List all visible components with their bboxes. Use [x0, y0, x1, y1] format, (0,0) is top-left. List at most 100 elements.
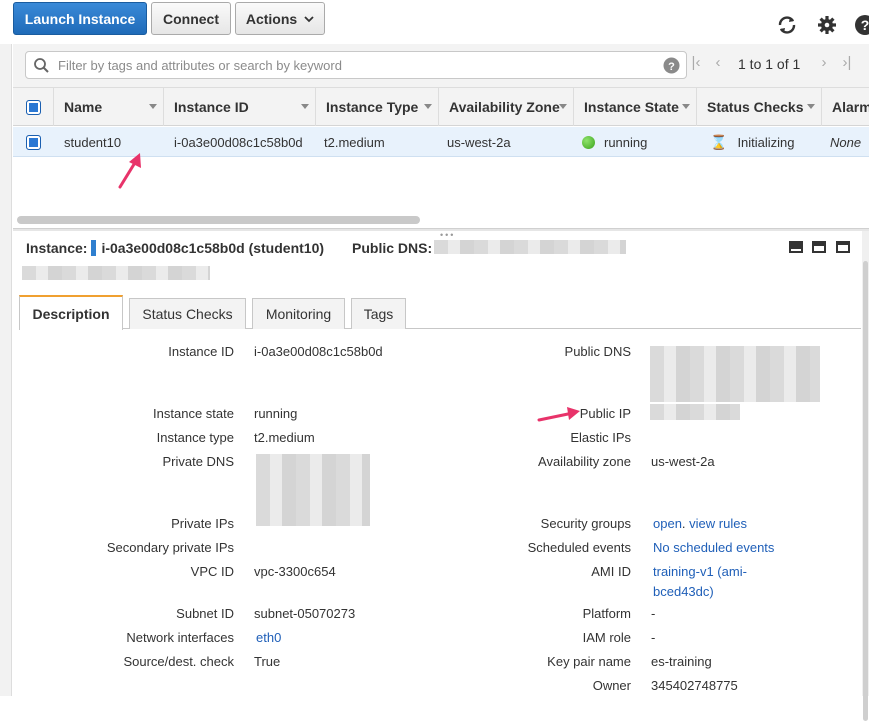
label-private-ips: Private IPs: [171, 516, 234, 531]
link-view-rules[interactable]: view rules: [689, 516, 747, 531]
redacted-private-dns: [256, 454, 370, 526]
select-all-checkbox[interactable]: [13, 88, 53, 126]
cell-instance-type: t2.medium: [324, 134, 385, 150]
toolbar: Launch Instance Connect Actions ?: [0, 0, 869, 44]
label-subnet-id: Subnet ID: [176, 606, 234, 621]
tab-monitoring[interactable]: Monitoring: [252, 298, 345, 329]
svg-text:?: ?: [668, 61, 675, 73]
redacted-public-ip: [650, 404, 740, 420]
connect-button[interactable]: Connect: [151, 2, 231, 35]
annotation-arrow-icon: [118, 153, 141, 189]
label-ami-id: AMI ID: [591, 564, 631, 579]
link-ami-id-continued[interactable]: bced43dc): [653, 584, 714, 599]
actions-button[interactable]: Actions: [235, 2, 325, 35]
column-header-alarm[interactable]: Alarm: [821, 88, 869, 126]
svg-text:?: ?: [861, 17, 869, 33]
label-availability-zone: Availability zone: [538, 454, 631, 469]
column-header-instance-type[interactable]: Instance Type: [315, 88, 438, 126]
label-elastic-ips: Elastic IPs: [570, 430, 631, 445]
prev-page-icon[interactable]: ‹: [710, 54, 726, 74]
value-vpc-id: vpc-3300c654: [254, 564, 336, 579]
column-header-instance-id[interactable]: Instance ID: [163, 88, 315, 126]
hourglass-icon: ⌛: [710, 133, 728, 150]
first-page-icon[interactable]: |‹: [688, 54, 704, 74]
value-instance-state: running: [254, 406, 298, 421]
column-header-instance-state[interactable]: Instance State: [573, 88, 696, 126]
next-page-icon[interactable]: ›: [816, 54, 832, 74]
refresh-icon[interactable]: [776, 14, 798, 36]
tab-tags[interactable]: Tags: [351, 298, 406, 329]
redacted-public-dns: [434, 240, 626, 254]
gear-icon[interactable]: [816, 14, 838, 36]
cell-availability-zone: us-west-2a: [447, 134, 511, 150]
column-header-name[interactable]: Name: [53, 88, 163, 126]
vertical-scrollbar[interactable]: [862, 231, 869, 721]
launch-instance-button[interactable]: Launch Instance: [13, 2, 147, 35]
public-dns-label: Public DNS:: [352, 240, 433, 256]
split-view-middle-icon[interactable]: [812, 241, 826, 253]
label-security-groups: Security groups: [540, 516, 631, 531]
table-header: Name Instance ID Instance Type Availabil…: [13, 88, 869, 126]
cell-alarm: None: [830, 134, 862, 150]
search-icon: [34, 58, 49, 73]
label-key-pair-name: Key pair name: [547, 654, 631, 669]
redacted-public-dns-value: [650, 346, 820, 402]
label-scheduled-events: Scheduled events: [527, 540, 631, 555]
value-key-pair-name: es-training: [651, 654, 712, 669]
link-network-interface-eth0[interactable]: eth0: [256, 630, 281, 645]
search-input[interactable]: [56, 54, 646, 76]
cell-instance-state: running: [582, 127, 647, 157]
label-network-interfaces: Network interfaces: [126, 630, 234, 645]
cell-status-checks: ⌛ Initializing: [710, 133, 795, 150]
value-instance-id: i-0a3e00d08c1c58b0d: [254, 344, 383, 359]
label-public-dns: Public DNS: [564, 344, 631, 359]
horizontal-scrollbar[interactable]: [17, 216, 420, 224]
column-header-status-checks[interactable]: Status Checks: [696, 88, 821, 126]
help-icon[interactable]: ?: [663, 57, 680, 74]
chevron-down-icon: [304, 15, 314, 22]
label-private-dns: Private DNS: [162, 454, 234, 469]
instance-color-marker: [91, 240, 97, 256]
detail-instance-value: i-0a3e00d08c1c58b0d (student10): [101, 240, 325, 256]
search-box[interactable]: ?: [25, 51, 687, 79]
search-row: ? |‹ ‹ 1 to 1 of 1 › ›|: [13, 44, 869, 88]
link-scheduled-events[interactable]: No scheduled events: [653, 540, 774, 555]
column-header-availability-zone[interactable]: Availability Zone: [438, 88, 573, 126]
actions-label: Actions: [245, 10, 298, 27]
value-security-groups: open. view rules: [653, 516, 747, 531]
side-collapse-strip[interactable]: [0, 44, 12, 696]
value-source-dest-check: True: [254, 654, 281, 669]
pagination-text: 1 to 1 of 1: [738, 56, 801, 72]
value-availability-zone: us-west-2a: [651, 454, 715, 469]
detail-header: Instance: i-0a3e00d08c1c58b0d (student10)…: [26, 240, 433, 256]
value-subnet-id: subnet-05070273: [254, 606, 356, 621]
link-security-group-open[interactable]: open: [653, 516, 682, 531]
help-icon[interactable]: ?: [854, 14, 869, 36]
label-owner: Owner: [592, 678, 631, 693]
splitter-grip-icon[interactable]: •••: [440, 230, 455, 240]
label-secondary-private-ips: Secondary private IPs: [106, 540, 234, 555]
link-ami-id[interactable]: training-v1 (ami-: [653, 564, 747, 579]
cell-instance-id: i-0a3e00d08c1c58b0d: [174, 134, 303, 150]
split-view-top-icon[interactable]: [836, 241, 850, 253]
label-instance-state: Instance state: [153, 406, 234, 421]
tab-description[interactable]: Description: [19, 295, 123, 330]
row-checkbox[interactable]: [26, 127, 41, 157]
running-status-icon: [582, 135, 595, 149]
label-vpc-id: VPC ID: [190, 564, 234, 579]
redacted-public-dns-continued: [22, 266, 210, 280]
label-source-dest-check: Source/dest. check: [123, 654, 234, 669]
label-instance-type: Instance type: [156, 430, 234, 445]
label-instance-id: Instance ID: [168, 344, 234, 359]
label-iam-role: IAM role: [582, 630, 631, 645]
detail-tabs: Description Status Checks Monitoring Tag…: [19, 295, 861, 330]
annotation-arrow-icon: [537, 407, 580, 422]
value-owner: 345402748775: [651, 678, 738, 693]
value-iam-role: -: [651, 630, 656, 645]
last-page-icon[interactable]: ›|: [839, 54, 855, 74]
label-platform: Platform: [582, 606, 631, 621]
value-platform: -: [651, 606, 656, 621]
tab-status-checks[interactable]: Status Checks: [129, 298, 246, 329]
value-instance-type: t2.medium: [254, 430, 315, 445]
split-view-bottom-icon[interactable]: [789, 241, 803, 253]
